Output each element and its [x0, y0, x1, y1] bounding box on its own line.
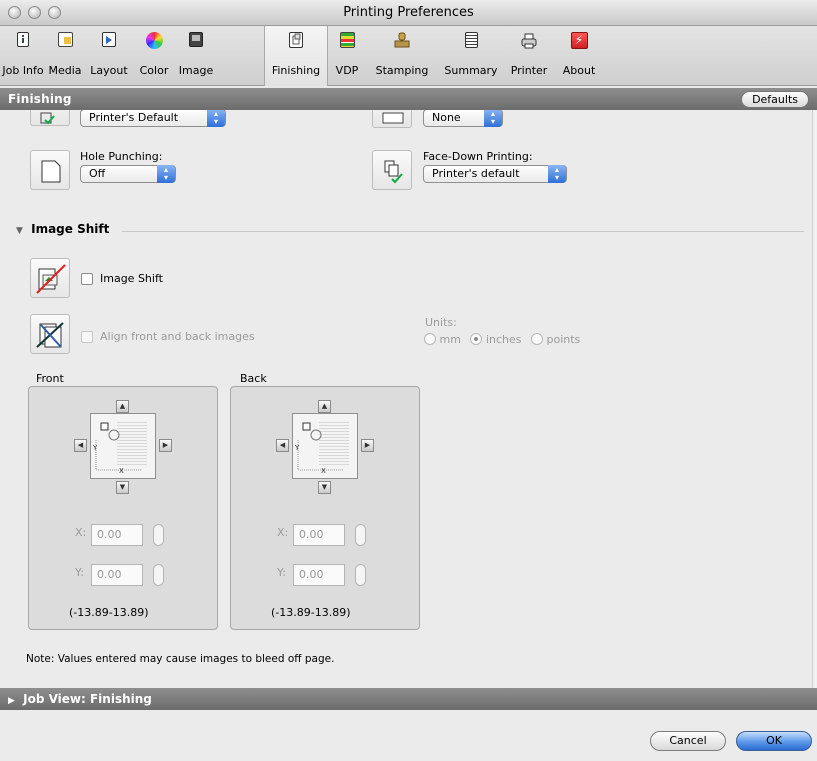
svg-text:Y: Y: [92, 444, 98, 452]
back-x-stepper[interactable]: [355, 524, 366, 546]
ok-button[interactable]: OK: [736, 731, 812, 751]
front-y-field[interactable]: 0.00: [91, 564, 143, 586]
tab-about[interactable]: ⚡ About: [556, 26, 602, 86]
tab-vdp[interactable]: VDP: [330, 26, 364, 86]
layout-icon: [102, 32, 116, 47]
tab-summary[interactable]: Summary: [440, 26, 502, 86]
align-front-back-icon: [30, 314, 70, 354]
toolbar: Job Info Media Layout Color Image Finish…: [0, 26, 817, 86]
content-scrollbar[interactable]: [812, 110, 817, 688]
units-inches-radio[interactable]: [470, 333, 483, 345]
back-nudge-down-button[interactable]: ▼: [318, 481, 331, 494]
top-right-popup[interactable]: None ▴ ▾: [423, 110, 503, 127]
back-label: Back: [240, 372, 267, 385]
tab-job-info[interactable]: Job Info: [0, 26, 46, 86]
summary-icon: [464, 32, 478, 48]
units-label: Units:: [425, 316, 457, 329]
hole-punch-icon: [30, 150, 70, 190]
tab-finishing[interactable]: Finishing: [264, 26, 328, 86]
tab-stamping[interactable]: Stamping: [370, 26, 434, 86]
units-points-radio[interactable]: [530, 333, 543, 345]
color-wheel-icon: [145, 32, 163, 49]
popup-arrows-icon: ▴ ▾: [207, 110, 225, 127]
align-front-back-label: Align front and back images: [100, 330, 255, 343]
front-nudge-left-button[interactable]: ◀: [74, 439, 87, 452]
units-radio-group: mm inches points: [424, 333, 580, 346]
tab-media[interactable]: Media: [46, 26, 84, 86]
popup-arrows-icon: ▴ ▾: [484, 110, 502, 127]
back-x-label: X:: [277, 526, 289, 539]
top-left-popup[interactable]: Printer's Default ▴ ▾: [80, 110, 226, 127]
tab-image[interactable]: Image: [174, 26, 218, 86]
face-down-popup[interactable]: Printer's default ▴ ▾: [423, 165, 567, 183]
face-down-label: Face-Down Printing:: [423, 150, 533, 163]
disclosure-triangle-right-icon: ▶: [8, 696, 15, 706]
svg-text:X: X: [119, 467, 124, 475]
align-front-back-checkbox[interactable]: [81, 331, 93, 343]
origin-marker-icon: Y X: [294, 422, 343, 475]
front-x-field[interactable]: 0.00: [91, 524, 143, 546]
group-divider: [122, 231, 804, 232]
media-icon: [57, 32, 73, 47]
units-mm-radio[interactable]: [424, 333, 436, 345]
bleed-note: Note: Values entered may cause images to…: [26, 653, 335, 665]
back-x-field[interactable]: 0.00: [293, 524, 345, 546]
hole-punching-label: Hole Punching:: [80, 150, 163, 163]
front-x-label: X:: [75, 526, 87, 539]
window-titlebar: Printing Preferences: [0, 0, 817, 26]
front-page-preview[interactable]: Y X: [90, 413, 156, 479]
finishing-icon: [289, 32, 303, 48]
tab-layout[interactable]: Layout: [84, 26, 134, 86]
back-panel: ▲ ◀ ▶ ▼ Y X X: 0.00 Y: 0.00 (-13.89-13.8…: [230, 386, 420, 630]
finishing-content: Printer's Default ▴ ▾ None ▴ ▾ Hole Punchi…: [0, 110, 817, 688]
face-down-icon: [372, 150, 412, 190]
defaults-button[interactable]: Defaults: [741, 91, 809, 108]
image-shift-label: Image Shift: [100, 272, 163, 285]
back-y-label: Y:: [277, 566, 286, 579]
stapling-icon: [30, 110, 70, 126]
window-title: Printing Preferences: [343, 5, 474, 20]
front-range-text: (-13.89-13.89): [69, 606, 149, 619]
image-shift-disclosure[interactable]: ▼ Image Shift: [16, 222, 109, 236]
front-y-stepper[interactable]: [153, 564, 164, 586]
cancel-button[interactable]: Cancel: [650, 731, 726, 751]
image-icon: [189, 32, 203, 47]
back-y-field[interactable]: 0.00: [293, 564, 345, 586]
hole-punching-popup[interactable]: Off ▴ ▾: [80, 165, 176, 183]
front-nudge-up-button[interactable]: ▲: [116, 400, 129, 413]
svg-text:X: X: [321, 467, 326, 475]
front-nudge-right-button[interactable]: ▶: [159, 439, 172, 452]
svg-text:Y: Y: [294, 444, 300, 452]
vdp-icon: [339, 32, 355, 48]
image-shift-icon: [30, 258, 70, 298]
info-doc-icon: [17, 32, 29, 47]
about-icon: ⚡: [570, 32, 588, 49]
front-nudge-down-button[interactable]: ▼: [116, 481, 129, 494]
section-title: Finishing: [8, 92, 72, 106]
back-y-stepper[interactable]: [355, 564, 366, 586]
job-view-disclosure[interactable]: ▶ Job View: Finishing: [0, 688, 817, 710]
popup-arrows-icon: ▴ ▾: [548, 165, 566, 183]
back-page-preview[interactable]: Y X: [292, 413, 358, 479]
stamp-icon: [393, 32, 411, 50]
disclosure-triangle-down-icon: ▼: [16, 226, 23, 236]
finishing-section-header: Finishing Defaults: [0, 88, 817, 110]
tab-color[interactable]: Color: [134, 26, 174, 86]
back-nudge-left-button[interactable]: ◀: [276, 439, 289, 452]
front-label: Front: [36, 372, 64, 385]
back-nudge-right-button[interactable]: ▶: [361, 439, 374, 452]
back-nudge-up-button[interactable]: ▲: [318, 400, 331, 413]
front-x-stepper[interactable]: [153, 524, 164, 546]
popup-arrows-icon: ▴ ▾: [157, 165, 175, 183]
image-shift-checkbox[interactable]: [81, 273, 93, 285]
tab-printer[interactable]: Printer: [506, 26, 552, 86]
printer-icon: [520, 32, 538, 50]
dialog-button-bar: Cancel OK: [0, 710, 817, 761]
origin-marker-icon: Y X: [92, 422, 141, 475]
output-icon: [372, 110, 412, 128]
front-y-label: Y:: [75, 566, 84, 579]
back-range-text: (-13.89-13.89): [271, 606, 351, 619]
front-panel: ▲ ◀ ▶ ▼ Y X X: 0.00 Y: 0.00 (-13.89-13.8…: [28, 386, 218, 630]
